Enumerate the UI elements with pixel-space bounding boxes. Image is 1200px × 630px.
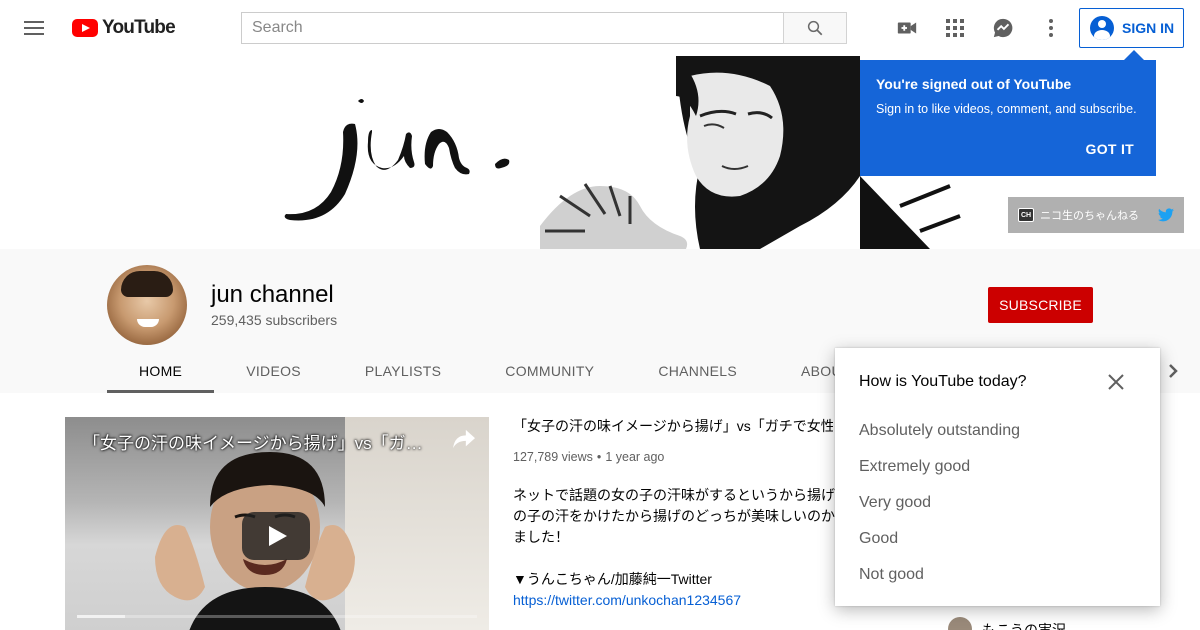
apps-grid-icon[interactable] xyxy=(943,16,967,40)
tab-videos[interactable]: VIDEOS xyxy=(214,349,333,393)
video-progress-bar[interactable] xyxy=(77,615,477,618)
search-box xyxy=(241,12,847,44)
banner-links[interactable]: CH ニコ生のちゃんねる xyxy=(1008,197,1184,233)
more-vert-icon[interactable] xyxy=(1039,16,1063,40)
twitter-line: ▼うんこちゃん/加藤純一Twitter xyxy=(513,571,712,587)
survey-title: How is YouTube today? xyxy=(859,373,1027,390)
description-line: の子の汗をかけたから揚げのどっちが美味しいのか xyxy=(513,508,835,524)
create-video-icon[interactable] xyxy=(895,16,919,40)
close-icon[interactable] xyxy=(1106,372,1126,392)
channel-name: jun channel xyxy=(211,281,334,308)
tab-home[interactable]: HOME xyxy=(107,349,215,393)
description-line: ました！ xyxy=(513,529,569,545)
logo-text: YouTube xyxy=(102,17,176,38)
got-it-button[interactable]: GOT IT xyxy=(1086,141,1134,157)
tooltip-subtitle: Sign in to like videos, comment, and sub… xyxy=(876,102,1137,116)
search-input[interactable] xyxy=(241,12,783,44)
tab-community[interactable]: COMMUNITY xyxy=(473,349,626,393)
meta-separator: • xyxy=(596,450,602,464)
tab-channels[interactable]: CHANNELS xyxy=(626,349,769,393)
survey-option-absolutely-outstanding[interactable]: Absolutely outstanding xyxy=(859,422,1020,440)
video-meta: 127,789 views • 1 year ago xyxy=(513,450,664,464)
youtube-play-icon xyxy=(72,19,98,37)
search-button[interactable] xyxy=(783,12,847,44)
messages-icon[interactable] xyxy=(991,16,1015,40)
twitter-link[interactable]: https://twitter.com/unkochan1234567 xyxy=(513,590,835,611)
sign-in-button[interactable]: SIGN IN xyxy=(1079,8,1184,48)
related-channel-name[interactable]: もこうの実況 xyxy=(982,620,1066,630)
related-channel-avatar[interactable] xyxy=(948,617,972,630)
chevron-right-icon[interactable] xyxy=(1163,361,1183,381)
share-icon[interactable] xyxy=(453,429,475,449)
tab-playlists[interactable]: PLAYLISTS xyxy=(333,349,473,393)
menu-icon[interactable] xyxy=(24,18,48,38)
featured-video-player[interactable]: 「女子の汗の味イメージから揚げ」vs「ガ… xyxy=(65,417,489,630)
signed-out-tooltip: You're signed out of YouTube Sign in to … xyxy=(860,50,1156,176)
view-count: 127,789 views xyxy=(513,450,593,464)
channel-avatar[interactable] xyxy=(107,265,187,345)
survey-option-very-good[interactable]: Very good xyxy=(859,494,931,512)
sign-in-label: SIGN IN xyxy=(1122,20,1175,36)
survey-option-not-good[interactable]: Not good xyxy=(859,566,924,584)
player-title-overlay[interactable]: 「女子の汗の味イメージから揚げ」vs「ガ… xyxy=(83,429,433,454)
subscribe-button[interactable]: SUBSCRIBE xyxy=(988,287,1093,323)
account-icon xyxy=(1090,16,1114,40)
survey-option-extremely-good[interactable]: Extremely good xyxy=(859,458,970,476)
description-line: ネットで話題の女の子の汗味がするというから揚げ xyxy=(513,487,835,503)
play-button[interactable] xyxy=(242,512,310,560)
survey-option-good[interactable]: Good xyxy=(859,530,898,548)
search-icon xyxy=(807,20,823,36)
video-description: ネットで話題の女の子の汗味がするというから揚げ の子の汗をかけたから揚げのどっち… xyxy=(513,485,835,611)
youtube-logo[interactable]: YouTube xyxy=(72,17,176,39)
satisfaction-survey: How is YouTube today? Absolutely outstan… xyxy=(835,348,1160,606)
twitter-icon[interactable] xyxy=(1158,208,1174,222)
progress-fill xyxy=(77,615,125,618)
featured-video-title[interactable]: 「女子の汗の味イメージから揚げ」vs「ガチで女性 xyxy=(513,416,833,436)
banner-link-label: ニコ生のちゃんねる xyxy=(1040,210,1139,222)
tooltip-title: You're signed out of YouTube xyxy=(876,76,1072,92)
upload-age: 1 year ago xyxy=(605,450,665,464)
niconico-channel-icon: CH xyxy=(1018,208,1034,222)
masthead: YouTube SIGN IN xyxy=(0,0,1200,56)
subscriber-count: 259,435 subscribers xyxy=(211,312,338,328)
channel-tabs: HOME VIDEOS PLAYLISTS COMMUNITY CHANNELS… xyxy=(107,349,883,393)
